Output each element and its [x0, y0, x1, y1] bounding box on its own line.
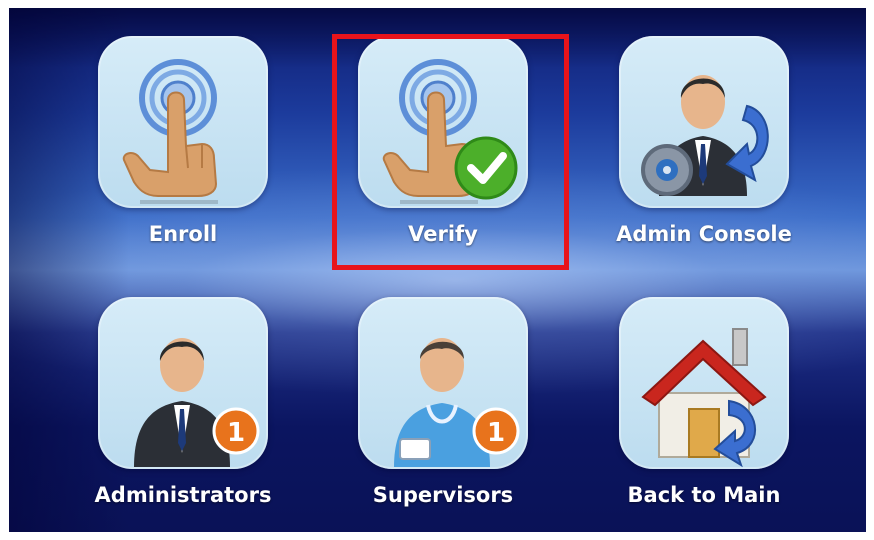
badge-icon: 1	[472, 407, 520, 455]
main-menu-screen: Enroll Verify Admin Console 1 Administra…	[9, 8, 866, 532]
admin-console-label: Admin Console	[616, 222, 792, 246]
supervisors-tile[interactable]: 1 Supervisors	[353, 297, 533, 527]
supervisors-label: Supervisors	[372, 483, 514, 507]
back-to-main-tile[interactable]: Back to Main	[614, 297, 794, 527]
administrators-label: Administrators	[94, 483, 272, 507]
badge-icon: 1	[212, 407, 260, 455]
admin-console-tile[interactable]: Admin Console	[614, 36, 794, 266]
verify-label: Verify	[408, 222, 478, 246]
fingerprint-verify-icon	[358, 36, 528, 208]
fingerprint-touch-icon	[98, 36, 268, 208]
administrators-tile[interactable]: 1 Administrators	[93, 297, 273, 527]
svg-text:1: 1	[487, 418, 505, 448]
enroll-tile[interactable]: Enroll	[93, 36, 273, 266]
id-badge-icon	[399, 438, 431, 460]
enroll-label: Enroll	[148, 222, 218, 246]
admin-console-icon	[619, 36, 789, 208]
back-to-main-label: Back to Main	[627, 483, 781, 507]
home-back-icon	[619, 297, 789, 469]
administrator-icon: 1	[98, 297, 268, 469]
supervisor-icon: 1	[358, 297, 528, 469]
checkmark-icon	[454, 136, 518, 200]
verify-tile[interactable]: Verify	[353, 36, 533, 266]
gear-icon	[641, 144, 693, 196]
svg-text:1: 1	[227, 418, 245, 448]
